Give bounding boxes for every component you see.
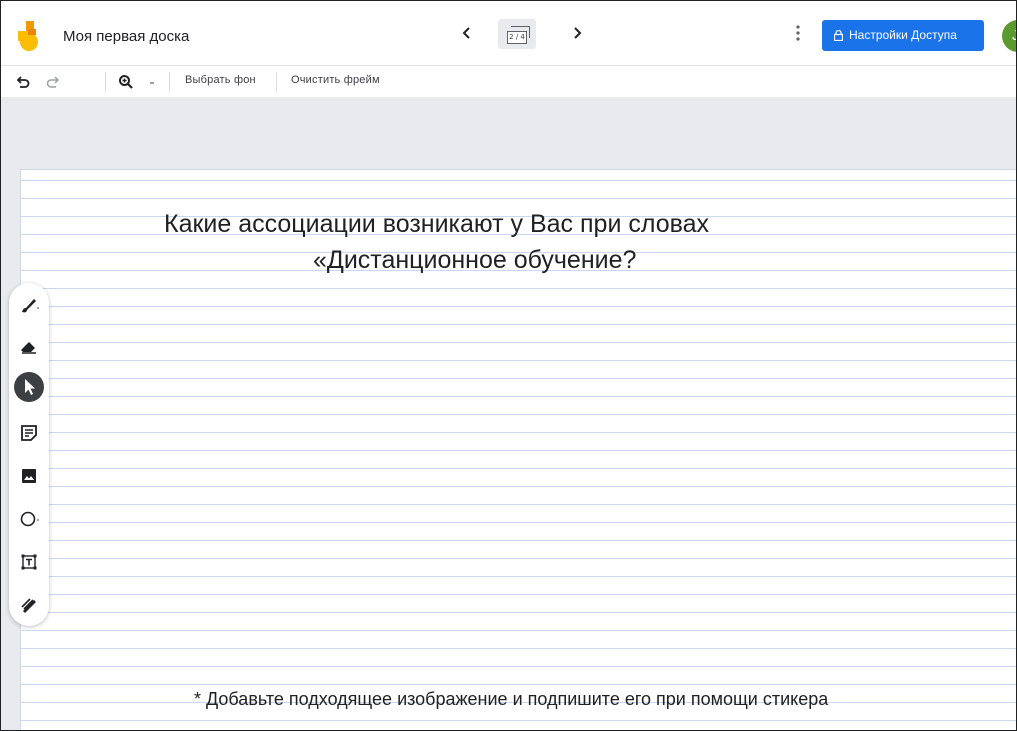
clear-frame-button[interactable]: Очистить фрейм (291, 74, 380, 86)
top-bar: Моя первая доска 2 / 4 Настройки Доступа… (1, 1, 1016, 65)
zoom-in-icon[interactable] (118, 74, 134, 90)
pen-icon[interactable] (17, 293, 41, 317)
frame-bar-button[interactable]: 2 / 4 (498, 19, 536, 49)
circle-icon[interactable] (17, 507, 41, 531)
question-line-1: Какие ассоциации возникают у Вас при сло… (164, 210, 710, 238)
chevron-right-icon[interactable] (569, 25, 585, 41)
toolbar-divider (105, 72, 106, 92)
hint-text[interactable]: * Добавьте подходящее изображение и подп… (194, 689, 828, 710)
share-settings-label: Настройки Доступа (849, 28, 957, 42)
jamboard-logo (18, 21, 38, 51)
avatar[interactable]: J (1002, 20, 1016, 52)
zoom-dropdown-icon[interactable] (147, 74, 157, 90)
laser-icon[interactable] (17, 593, 41, 617)
chevron-left-icon[interactable] (459, 25, 475, 41)
toolbar-divider (276, 72, 277, 92)
select-icon (25, 379, 35, 395)
tool-palette (9, 283, 49, 626)
text-box-icon[interactable] (17, 550, 41, 574)
lock-icon (834, 30, 843, 41)
app-window: Моя первая доска 2 / 4 Настройки Доступа… (0, 0, 1017, 731)
toolbar-divider (169, 72, 170, 92)
image-icon[interactable] (17, 464, 41, 488)
question-line-2: «Дистанционное обучение? (313, 246, 637, 274)
choose-background-button[interactable]: Выбрать фон (185, 74, 256, 86)
board-title[interactable]: Моя первая доска (63, 28, 189, 45)
redo-icon[interactable] (45, 74, 61, 90)
edit-toolbar: Выбрать фон Очистить фрейм (1, 65, 1016, 98)
undo-icon[interactable] (15, 74, 31, 90)
sticky-note-icon[interactable] (17, 421, 41, 445)
more-vert-icon[interactable] (791, 23, 805, 43)
frame-counter: 2 / 4 (507, 31, 527, 44)
select-tool[interactable] (14, 372, 44, 402)
share-settings-button[interactable]: Настройки Доступа (822, 20, 984, 51)
eraser-icon[interactable] (17, 334, 41, 358)
